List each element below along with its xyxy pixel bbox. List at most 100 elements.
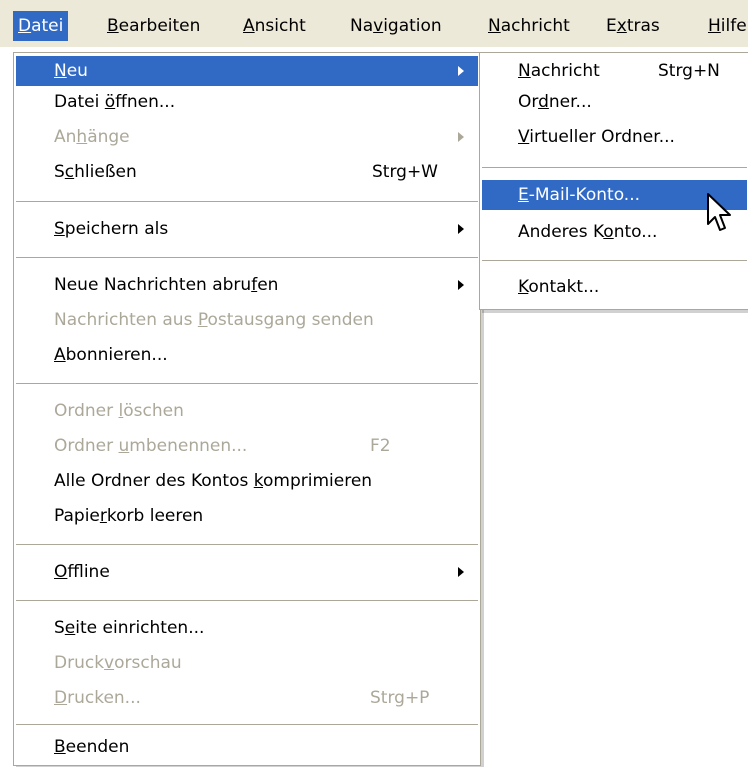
submenu-item-nachricht-label: Nachricht (518, 56, 600, 86)
menu-item-datei-oeffnen-label: Datei öffnen... (54, 87, 175, 117)
menu-item-ordner-loeschen-suffix: öschen (123, 401, 184, 421)
menu-item-seite-einrichten[interactable]: Seite einrichten... (16, 613, 478, 643)
menu-item-neue-nachrichten-suffix: en (257, 275, 279, 295)
menu-item-ordner-komprimieren-label: Alle Ordner des Kontos komprimieren (54, 466, 372, 496)
menu-item-seite-einrichten-prefix: S (54, 618, 65, 638)
menu-item-ordner-umbenennen: Ordner umbenennen... F2 (16, 431, 478, 461)
menubar-extras[interactable]: Extras (601, 11, 665, 41)
menu-bar: Datei Bearbeiten Ansicht Navigation Nach… (0, 0, 748, 47)
menu-item-ordner-umbenennen-suffix: mbenennen... (129, 436, 248, 456)
menu-item-ordner-komprimieren-prefix: Alle Ordner des Kontos (54, 471, 254, 491)
menubar-hilfe[interactable]: Hilfe (703, 11, 748, 41)
menu-item-speichern-als[interactable]: Speichern als (16, 214, 478, 244)
menu-item-datei-oeffnen[interactable]: Datei öffnen... (16, 87, 478, 117)
menu-item-ordner-umbenennen-prefix: Ordner (54, 436, 119, 456)
menu-item-neu-hotkey: N (54, 61, 67, 81)
menubar-navigation-prefix: Na (350, 16, 374, 36)
menu-item-schliessen[interactable]: Schließen Strg+W (16, 157, 478, 187)
menu-item-anhaenge: Anhänge (16, 122, 478, 152)
menubar-extras-suffix: tras (626, 16, 660, 36)
menu-item-neue-nachrichten-label: Neue Nachrichten abrufen (54, 270, 278, 300)
menubar-ansicht-suffix: nsicht (254, 16, 306, 36)
menubar-nachricht[interactable]: Nachricht (483, 11, 575, 41)
submenu-item-virtueller-ordner[interactable]: Virtueller Ordner... (482, 122, 747, 152)
menu-item-ordner-komprimieren[interactable]: Alle Ordner des Kontos komprimieren (16, 466, 478, 496)
menu-item-schliessen-prefix: S (54, 162, 65, 182)
menu-item-abonnieren-hotkey: A (54, 345, 66, 365)
submenu-item-anderes-konto-hotkey: o (603, 222, 614, 242)
menu-item-papierkorb-prefix: Papie (54, 506, 100, 526)
submenu-item-virtueller-ordner-label: Virtueller Ordner... (518, 122, 675, 152)
menu-item-offline-label: Offline (54, 557, 110, 587)
menu-item-schliessen-label: Schließen (54, 157, 137, 187)
menubar-extras-prefix: E (606, 16, 617, 36)
menu-separator (16, 600, 478, 602)
menubar-datei-hotkey: D (18, 16, 32, 36)
menu-item-nachrichten-senden-hotkey: P (197, 310, 208, 330)
menu-item-druckvorschau-hotkey: v (104, 653, 115, 673)
menu-separator (16, 724, 478, 726)
menubar-ansicht-hotkey: A (243, 16, 255, 36)
menu-item-neu[interactable]: Neu (16, 56, 478, 86)
submenu-item-anderes-konto-prefix: Anderes K (518, 222, 604, 242)
menu-item-neu-label: Neu (54, 56, 88, 86)
submenu-item-ordner-prefix: Or (518, 92, 539, 112)
submenu-item-nachricht[interactable]: Nachricht Strg+N (482, 56, 747, 86)
menu-item-seite-einrichten-suffix: ite einrichten... (75, 618, 205, 638)
menu-item-seite-einrichten-hotkey: e (64, 618, 76, 638)
menu-item-ordner-umbenennen-hotkey: u (118, 436, 130, 456)
menu-item-nachrichten-senden-label: Nachrichten aus Postausgang senden (54, 305, 374, 335)
menu-item-beenden-suffix: eenden (65, 737, 130, 757)
menu-item-anhaenge-label: Anhänge (54, 122, 130, 152)
submenu-item-kontakt-suffix: ontakt... (528, 277, 600, 297)
menu-item-nachrichten-senden: Nachrichten aus Postausgang senden (16, 305, 478, 335)
submenu-item-kontakt-hotkey: K (518, 277, 529, 297)
submenu-item-anderes-konto-suffix: nto... (613, 222, 658, 242)
menu-item-datei-oeffnen-prefix: Datei (54, 92, 105, 112)
menu-item-datei-oeffnen-suffix: ffnen... (115, 92, 176, 112)
menu-item-offline[interactable]: Offline (16, 557, 478, 587)
menu-item-beenden[interactable]: Beenden (16, 732, 478, 762)
menu-item-schliessen-suffix: hließen (74, 162, 137, 182)
menu-item-neu-suffix: eu (66, 61, 88, 81)
menu-item-abonnieren-label: Abonnieren... (54, 340, 168, 370)
menu-item-ordner-umbenennen-label: Ordner umbenennen... (54, 431, 247, 461)
menu-item-neue-nachrichten-abrufen[interactable]: Neue Nachrichten abrufen (16, 270, 478, 300)
menubar-datei[interactable]: Datei (13, 11, 69, 41)
menubar-bearbeiten[interactable]: Bearbeiten (102, 11, 205, 41)
menubar-hilfe-suffix: ilfe (720, 16, 747, 36)
menu-item-drucken: Drucken... Strg+P (16, 683, 478, 713)
menu-item-drucken-label: Drucken... (54, 683, 141, 713)
submenu-item-virtueller-ordner-suffix: irtueller Ordner... (529, 127, 675, 147)
submenu-arrow-icon (458, 567, 464, 577)
menubar-datei-suffix: atei (31, 16, 64, 36)
menu-item-beenden-label: Beenden (54, 732, 129, 762)
mouse-pointer-icon (707, 193, 731, 231)
menu-item-abonnieren[interactable]: Abonnieren... (16, 340, 478, 370)
submenu-item-ordner[interactable]: Ordner... (482, 87, 747, 117)
menubar-navigation[interactable]: Navigation (345, 11, 447, 41)
submenu-neu: Nachricht Strg+N Ordner... Virtueller Or… (479, 52, 748, 310)
menu-item-ordner-komprimieren-suffix: omprimieren (263, 471, 373, 491)
submenu-item-ordner-suffix: ner... (548, 92, 592, 112)
menu-item-druckvorschau-prefix: Druck (54, 653, 105, 673)
submenu-item-kontakt[interactable]: Kontakt... (482, 272, 747, 302)
menu-item-offline-hotkey: O (54, 562, 68, 582)
menu-item-druckvorschau-label: Druckvorschau (54, 648, 182, 678)
menu-item-drucken-hotkey: D (54, 688, 68, 708)
menu-item-seite-einrichten-label: Seite einrichten... (54, 613, 204, 643)
menu-separator (16, 257, 478, 259)
menu-item-ordner-loeschen-label: Ordner löschen (54, 396, 184, 426)
menubar-ansicht[interactable]: Ansicht (238, 11, 311, 41)
submenu-item-ordner-hotkey: d (538, 92, 549, 112)
menu-item-papierkorb-leeren[interactable]: Papierkorb leeren (16, 501, 478, 531)
submenu-item-nachricht-hotkey: N (518, 61, 531, 81)
menubar-bearbeiten-suffix: earbeiten (118, 16, 201, 36)
menu-separator (16, 544, 478, 546)
menu-separator (16, 383, 478, 385)
menubar-navigation-suffix: igation (383, 16, 442, 36)
submenu-item-nachricht-shortcut: Strg+N (658, 61, 720, 81)
menu-item-speichern-als-hotkey: S (54, 219, 65, 239)
submenu-item-ordner-label: Ordner... (518, 87, 592, 117)
menu-item-druckvorschau-suffix: orschau (114, 653, 182, 673)
